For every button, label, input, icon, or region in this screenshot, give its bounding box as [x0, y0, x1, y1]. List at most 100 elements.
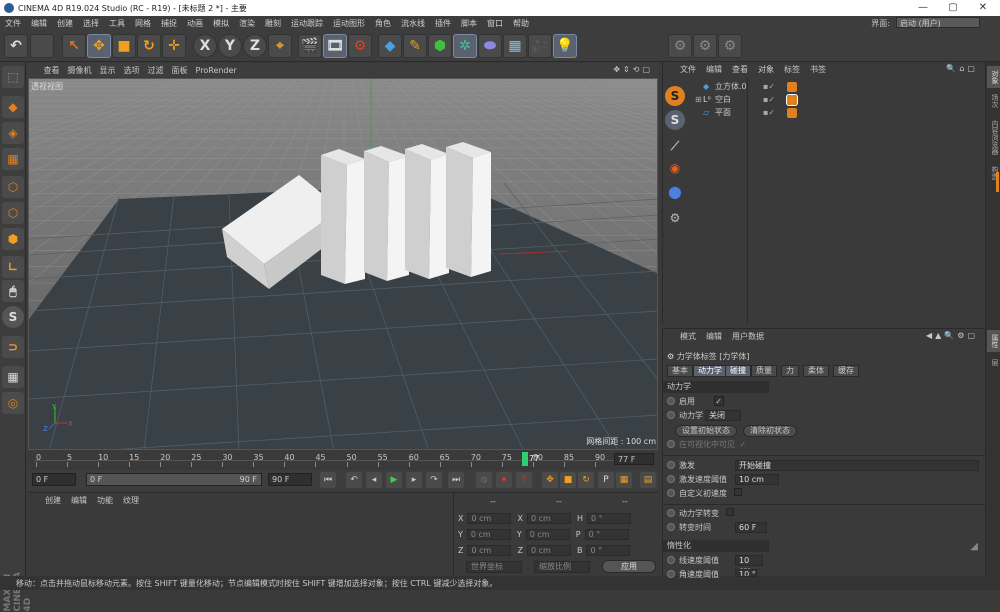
camera-object-icon[interactable]: 🎥: [528, 34, 552, 58]
viewport-menu-panel[interactable]: 面板: [168, 63, 192, 76]
planar-workplane-icon[interactable]: ◎: [2, 392, 24, 414]
go-to-start-icon[interactable]: ⏮: [320, 472, 336, 488]
visible-checkbox[interactable]: ✓: [740, 440, 747, 449]
layout-icon-2[interactable]: ⚙: [693, 34, 717, 58]
menu-sculpt[interactable]: 雕刻: [260, 16, 286, 29]
ik-tag-icon[interactable]: ⟋: [665, 136, 685, 156]
enabled-animate-dot[interactable]: [667, 397, 675, 405]
polygons-mode-icon[interactable]: ⬢: [2, 228, 24, 250]
viewport-menu-options[interactable]: 选项: [120, 63, 144, 76]
visibility-icon[interactable]: ▪✓: [763, 107, 775, 119]
linear-animate-dot[interactable]: [667, 556, 675, 564]
dynamics-animate-dot[interactable]: [667, 411, 675, 419]
object-menu-edit[interactable]: 编辑: [701, 62, 727, 77]
target-tag-icon[interactable]: ◉: [665, 158, 685, 178]
layout-select[interactable]: 启动 (用户): [896, 17, 980, 28]
play-icon[interactable]: ▶: [386, 472, 402, 488]
viewport-menu-view[interactable]: 查看: [40, 63, 64, 76]
material-menu-create[interactable]: 创建: [40, 493, 66, 508]
deformer-icon[interactable]: ⬬: [478, 34, 502, 58]
undo-icon[interactable]: ↶: [4, 34, 28, 58]
side-tab-content-browser[interactable]: 内容浏览器: [987, 114, 1000, 160]
visibility-icon[interactable]: ▪✓: [763, 94, 775, 106]
menu-mesh[interactable]: 网格: [130, 16, 156, 29]
menu-select[interactable]: 选择: [78, 16, 104, 29]
axis-mode-icon[interactable]: ∟: [2, 256, 24, 278]
menu-tools[interactable]: 工具: [104, 16, 130, 29]
timeline-window-icon[interactable]: ▤: [640, 472, 656, 488]
viewport-nav-icons[interactable]: ✥⇕⟲▢: [613, 65, 653, 74]
position-x-field[interactable]: 0 cm: [467, 513, 512, 524]
menu-script[interactable]: 脚本: [456, 16, 482, 29]
object-row-cube[interactable]: ◆ 立方体.0 ▪✓: [677, 81, 982, 93]
object-row-null[interactable]: ⊞ L⁰ 空白 ▪✓: [677, 94, 982, 106]
edges-mode-icon[interactable]: ⬡: [2, 202, 24, 224]
s-tag-active-icon[interactable]: S: [665, 110, 685, 130]
trigger-select[interactable]: 开始碰撞: [735, 460, 979, 471]
viewport-menu-prorender[interactable]: ProRender: [192, 64, 241, 75]
redo-icon[interactable]: [30, 34, 54, 58]
dynamics-tag-icon[interactable]: ⬤: [665, 182, 685, 202]
enabled-checkbox[interactable]: ✓: [713, 396, 724, 406]
menu-help[interactable]: 帮助: [508, 16, 534, 29]
trigger-speed-animate-dot[interactable]: [667, 475, 675, 483]
live-selection-icon[interactable]: ↖: [62, 34, 86, 58]
subdivision-surface-icon[interactable]: ⬢: [428, 34, 452, 58]
menu-edit[interactable]: 编辑: [26, 16, 52, 29]
s-tag-icon[interactable]: S: [665, 86, 685, 106]
layout-icon-3[interactable]: ⚙: [718, 34, 742, 58]
material-menu-function[interactable]: 功能: [92, 493, 118, 508]
position-y-field[interactable]: 0 cm: [466, 529, 511, 540]
tab-soft-body[interactable]: 柔体: [803, 365, 829, 377]
dyn-transition-animate-dot[interactable]: [667, 509, 675, 517]
tab-cache[interactable]: 缓存: [833, 365, 859, 377]
trigger-speed-field[interactable]: 10 cm: [735, 474, 779, 485]
pen-spline-icon[interactable]: ✎: [403, 34, 427, 58]
angular-threshold-field[interactable]: 10 °: [735, 569, 757, 577]
object-menu-tags[interactable]: 标签: [779, 62, 805, 77]
side-tab-layers[interactable]: 层: [987, 354, 1000, 370]
attr-menu-userdata[interactable]: 用户数据: [727, 329, 769, 344]
key-point-level-icon[interactable]: ▦: [616, 472, 632, 488]
menu-pipeline[interactable]: 流水线: [396, 16, 430, 29]
menu-plugins[interactable]: 插件: [430, 16, 456, 29]
scale-mode-select[interactable]: 缩放比例: [534, 561, 590, 573]
key-position-icon[interactable]: ✥: [542, 472, 558, 488]
record-active-icon[interactable]: ⦸: [476, 472, 492, 488]
range-slider[interactable]: 0 F 90 F: [86, 473, 262, 486]
menu-motion-tracker[interactable]: 运动跟踪: [286, 16, 328, 29]
tab-basic[interactable]: 基本: [667, 365, 693, 377]
custom-initial-checkbox[interactable]: [733, 488, 742, 496]
key-parameter-icon[interactable]: P: [598, 472, 614, 488]
end-frame-field[interactable]: 90 F: [268, 473, 312, 486]
array-cloner-icon[interactable]: ✲: [453, 34, 477, 58]
model-mode-icon[interactable]: ◆: [2, 96, 24, 118]
rigid-body-tag-icon[interactable]: [787, 82, 797, 92]
attr-menu-edit[interactable]: 编辑: [701, 329, 727, 344]
size-z-field[interactable]: 0 cm: [526, 545, 571, 556]
move-tool-icon[interactable]: ✥: [87, 34, 111, 58]
light-object-icon[interactable]: 💡: [553, 34, 577, 58]
maximize-icon[interactable]: ▢: [940, 1, 966, 15]
viewport-menu-filter[interactable]: 过滤: [144, 63, 168, 76]
floor-object-icon[interactable]: ▦: [503, 34, 527, 58]
current-frame-field[interactable]: 77 F: [614, 453, 654, 465]
rotation-b-field[interactable]: 0 °: [586, 545, 631, 556]
object-menu-bookmarks[interactable]: 书签: [805, 62, 831, 77]
z-axis-lock-button[interactable]: Z: [243, 34, 267, 58]
dynamics-select[interactable]: 关闭: [705, 410, 741, 421]
linear-threshold-field[interactable]: 10 cm: [735, 555, 763, 575]
menu-window[interactable]: 窗口: [482, 16, 508, 29]
coordinate-system-icon[interactable]: ⌖: [268, 34, 292, 58]
visible-animate-dot[interactable]: [667, 440, 675, 448]
material-menu-edit[interactable]: 编辑: [66, 493, 92, 508]
angular-animate-dot[interactable]: [667, 570, 675, 578]
key-scale-icon[interactable]: ■: [560, 472, 576, 488]
workplane-icon[interactable]: ▦: [2, 148, 24, 170]
record-auto-icon[interactable]: ⏺: [496, 472, 512, 488]
menu-snap[interactable]: 捕捉: [156, 16, 182, 29]
object-menu-objects[interactable]: 对象: [753, 62, 779, 77]
rotation-h-field[interactable]: 0 °: [586, 513, 631, 524]
perspective-viewport[interactable]: X Y Z: [28, 78, 658, 450]
minimize-icon[interactable]: —: [910, 1, 936, 15]
